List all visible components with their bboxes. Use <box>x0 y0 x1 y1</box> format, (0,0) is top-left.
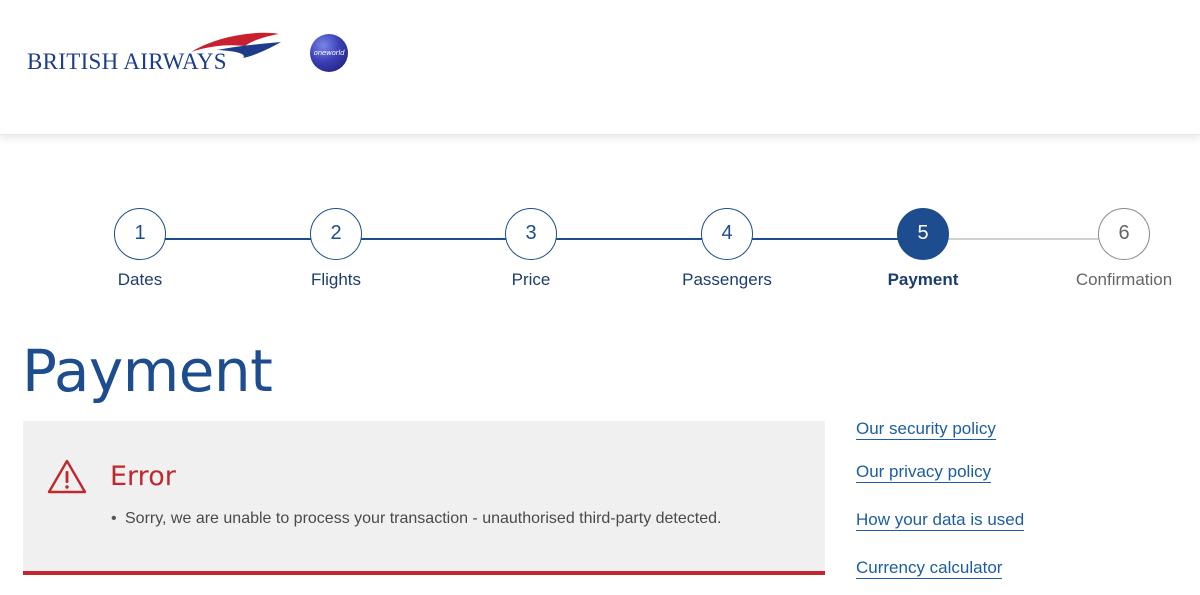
step-label: Payment <box>887 270 959 289</box>
step-passengers[interactable]: 4 Passengers <box>647 208 807 290</box>
step-payment: 5 Payment <box>843 208 1003 290</box>
error-title: Error <box>110 461 176 492</box>
step-number: 1 <box>114 208 166 260</box>
step-number: 4 <box>701 208 753 260</box>
step-price[interactable]: 3 Price <box>451 208 611 290</box>
bullet-icon: • <box>111 510 117 527</box>
step-number: 5 <box>897 208 949 260</box>
step-dates[interactable]: 1 Dates <box>60 208 220 290</box>
error-message: • Sorry, we are unable to process your tr… <box>111 510 721 528</box>
security-policy-link[interactable]: Our security policy <box>856 419 996 440</box>
british-airways-logo[interactable]: BRITISH AIRWAYS <box>27 30 287 80</box>
currency-calculator-link[interactable]: Currency calculator <box>856 558 1003 579</box>
step-label: Confirmation <box>1075 270 1173 289</box>
page-title: Payment <box>22 337 273 405</box>
step-flights[interactable]: 2 Flights <box>256 208 416 290</box>
warning-triangle-icon <box>47 459 87 494</box>
error-message-text: Sorry, we are unable to process your tra… <box>125 510 722 527</box>
site-header: BRITISH AIRWAYS oneworld <box>0 0 1200 135</box>
oneworld-logo: oneworld <box>310 34 348 72</box>
step-label: Passengers <box>682 270 772 289</box>
error-panel: Error • Sorry, we are unable to process y… <box>23 421 825 575</box>
step-number: 6 <box>1098 208 1150 260</box>
step-label: Dates <box>117 270 163 289</box>
step-number: 2 <box>310 208 362 260</box>
brand-name: BRITISH AIRWAYS <box>27 49 227 74</box>
step-label: Price <box>511 270 551 289</box>
data-usage-link[interactable]: How your data is used <box>856 510 1025 531</box>
oneworld-wordmark: oneworld <box>313 49 345 57</box>
step-label: Flights <box>310 270 362 289</box>
step-confirmation: 6 Confirmation <box>1044 208 1200 290</box>
privacy-policy-link[interactable]: Our privacy policy <box>856 462 992 483</box>
booking-progress-stepper: 1 Dates 2 Flights 3 Price 4 Passengers 5… <box>0 208 1200 298</box>
error-message-list: • Sorry, we are unable to process your tr… <box>111 510 721 528</box>
step-number: 3 <box>505 208 557 260</box>
